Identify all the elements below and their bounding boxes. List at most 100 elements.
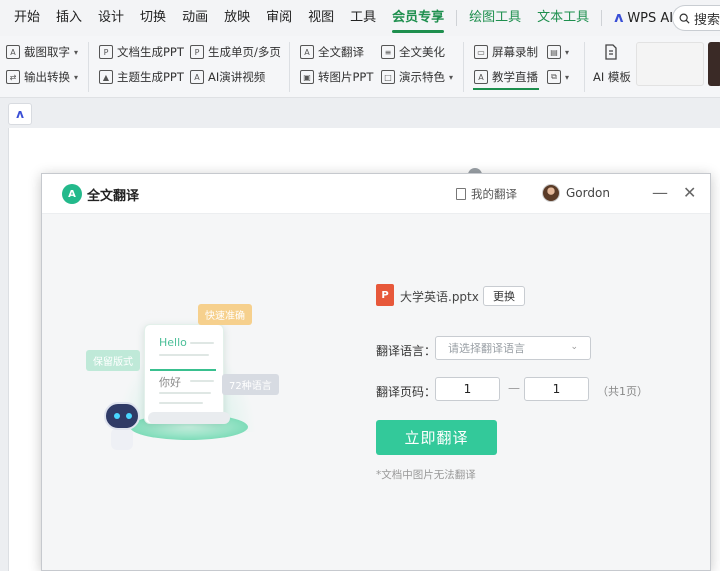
menu-tools[interactable]: 工具 <box>342 0 384 36</box>
paper-line <box>190 342 214 344</box>
user-profile[interactable]: Gordon <box>542 184 610 202</box>
user-name: Gordon <box>566 186 610 200</box>
menu-transition[interactable]: 切换 <box>132 0 174 36</box>
paper-line <box>190 380 214 382</box>
robot-body <box>111 428 133 450</box>
scan-line <box>150 369 216 371</box>
ai-video-icon: A <box>190 70 204 84</box>
image-icon: ▲ <box>99 70 113 84</box>
menu-separator <box>456 10 458 26</box>
menu-design[interactable]: 设计 <box>90 0 132 36</box>
doc-to-ppt-button[interactable]: P 文档生成PPT <box>99 42 184 62</box>
chevron-down-icon: ▾ <box>565 47 570 57</box>
doc-to-ppt-label: 文档生成PPT <box>117 45 184 59</box>
ribbon-menu-bar: 开始 插入 设计 切换 动画 放映 审阅 视图 工具 会员专享 绘图工具 文本工… <box>0 0 720 36</box>
page-from-input[interactable]: 1 <box>435 377 500 401</box>
menu-slideshow[interactable]: 放映 <box>216 0 258 36</box>
briefcase-menu-button[interactable]: ▤ ▾ <box>547 42 569 62</box>
chevron-down-icon: ▾ <box>565 72 570 82</box>
avatar <box>542 184 560 202</box>
template-thumbnail-light[interactable] <box>636 42 704 86</box>
ppt-doc-icon: P <box>99 45 113 59</box>
ai-template-label: AI 模板 <box>593 70 631 84</box>
live-teach-button[interactable]: A 教学直播 <box>474 67 538 87</box>
menu-start[interactable]: 开始 <box>6 0 48 36</box>
demo-features-button[interactable]: □ 演示特色 ▾ <box>381 67 453 87</box>
page-range-dash: — <box>508 381 520 395</box>
live-teach-underline <box>473 88 539 90</box>
menu-drawing-tools[interactable]: 绘图工具 <box>461 0 529 36</box>
template-thumbnail-dark[interactable] <box>708 42 720 86</box>
demo-features-label: 演示特色 <box>399 70 445 84</box>
translate-logo-icon: A <box>62 184 82 204</box>
menu-member-exclusive[interactable]: 会员专享 <box>384 0 452 36</box>
minimize-button[interactable]: — <box>652 183 668 203</box>
screenshot-text-label: 截图取字 <box>24 45 70 59</box>
ai-template-icon <box>605 44 617 60</box>
output-convert-button[interactable]: ⇄ 输出转换 ▾ <box>6 67 78 87</box>
translate-icon: A <box>300 45 314 59</box>
screen-record-button[interactable]: ▭ 屏幕录制 <box>474 42 538 62</box>
toolbar-separator <box>584 42 585 92</box>
hello-text: Hello <box>159 336 187 349</box>
wps-ai-button[interactable]: ᴧ WPS AI <box>606 10 681 26</box>
paper-line <box>159 354 209 356</box>
ai-speech-video-label: AI演讲视频 <box>208 70 266 84</box>
robot-icon <box>104 402 140 430</box>
language-label: 翻译语言： <box>376 344 437 358</box>
menu-separator <box>601 10 603 26</box>
tag-72-languages: 72种语言 <box>222 374 279 395</box>
record-icon: ▭ <box>474 45 488 59</box>
crop-icon: A <box>6 45 20 59</box>
wps-ai-logo-icon: ᴧ <box>614 10 624 26</box>
robot-eye <box>126 413 132 419</box>
search-box[interactable]: 搜索 <box>672 5 720 31</box>
menu-insert[interactable]: 插入 <box>48 0 90 36</box>
total-pages: （共1页） <box>597 385 648 398</box>
ai-speech-video-button[interactable]: A AI演讲视频 <box>190 67 265 87</box>
my-translations-label: 我的翻译 <box>471 187 517 201</box>
close-button[interactable]: ✕ <box>683 183 696 203</box>
full-translate-label: 全文翻译 <box>318 45 364 59</box>
chevron-down-icon: ▾ <box>74 72 79 82</box>
search-icon <box>679 13 690 24</box>
menu-review[interactable]: 审阅 <box>258 0 300 36</box>
to-image-ppt-button[interactable]: ▣ 转图片PPT <box>300 67 373 87</box>
language-placeholder: 请选择翻译语言 <box>448 342 525 355</box>
full-translate-button[interactable]: A 全文翻译 <box>300 42 364 62</box>
menu-animation[interactable]: 动画 <box>174 0 216 36</box>
file-name: 大学英语.pptx <box>400 290 479 304</box>
theme-ppt-button[interactable]: ▲ 主题生成PPT <box>99 67 184 87</box>
robot-eye <box>114 413 120 419</box>
screenshot-text-button[interactable]: A 截图取字 ▾ <box>6 42 78 62</box>
chevron-down-icon: ⌄ <box>570 342 578 352</box>
wps-ai-doc-icon[interactable]: ᴧ <box>8 103 32 125</box>
document-tab-bar <box>0 98 720 128</box>
tag-keep-layout: 保留版式 <box>86 350 140 371</box>
nihao-text: 你好 <box>159 376 181 389</box>
translate-now-button[interactable]: 立即翻译 <box>376 420 497 455</box>
copy-menu-button[interactable]: ⧉ ▾ <box>547 67 569 87</box>
tag-fast-accurate: 快速准确 <box>198 304 252 325</box>
paper-line <box>159 392 211 394</box>
menu-view[interactable]: 视图 <box>300 0 342 36</box>
presentation-icon: □ <box>381 70 395 84</box>
generate-pages-button[interactable]: P 生成单页/多页 <box>190 42 281 62</box>
generate-pages-label: 生成单页/多页 <box>208 45 281 59</box>
picture-icon: ▣ <box>300 70 314 84</box>
copy-icon: ⧉ <box>547 70 561 84</box>
language-select[interactable]: 请选择翻译语言 ⌄ <box>435 336 591 360</box>
page-to-input[interactable]: 1 <box>524 377 589 401</box>
full-beautify-button[interactable]: ≡ 全文美化 <box>381 42 445 62</box>
image-note: *文档中图片无法翻译 <box>376 469 476 481</box>
my-translations-link[interactable]: 我的翻译 <box>456 186 517 202</box>
change-file-button[interactable]: 更换 <box>483 286 525 306</box>
pages-label: 翻译页码： <box>376 385 437 399</box>
menu-text-tools[interactable]: 文本工具 <box>529 0 597 36</box>
theme-ppt-label: 主题生成PPT <box>117 70 184 84</box>
live-icon: A <box>474 70 488 84</box>
document-icon <box>456 188 466 200</box>
ai-template-button[interactable]: AI 模板 <box>593 67 631 87</box>
dialog-header: A 全文翻译 我的翻译 Gordon — ✕ <box>42 174 710 214</box>
pptx-file-icon: P <box>376 284 394 306</box>
